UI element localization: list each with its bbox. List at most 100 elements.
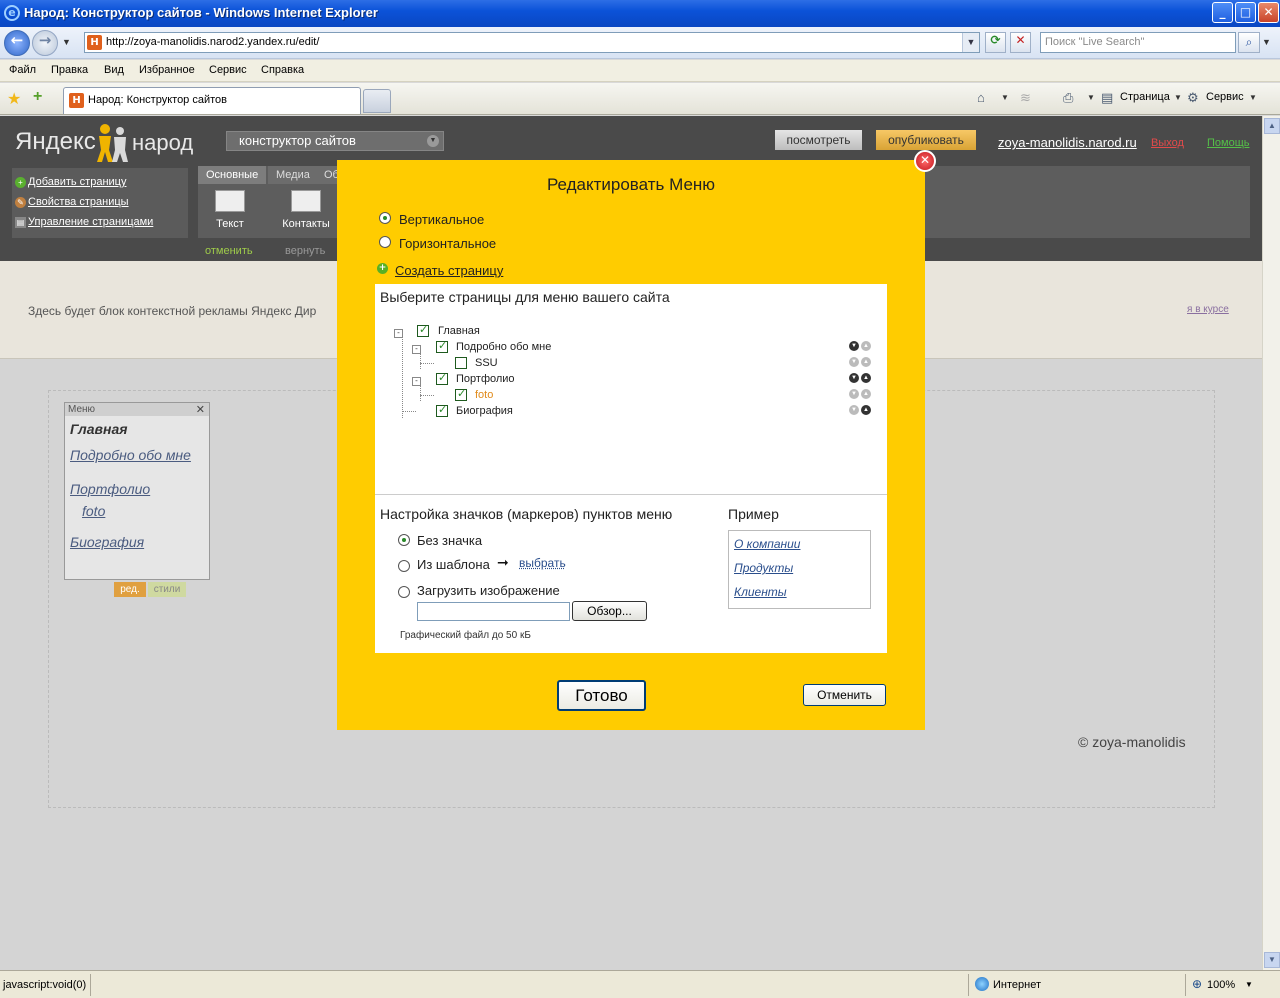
home-icon[interactable]: ⌂ bbox=[977, 90, 985, 105]
checkbox-foto[interactable] bbox=[455, 387, 467, 401]
menu-item-main[interactable]: Главная bbox=[70, 421, 128, 437]
done-button[interactable]: Готово bbox=[557, 680, 646, 711]
menu-view[interactable]: Вид bbox=[104, 64, 124, 76]
move-up-icon[interactable]: ▲ bbox=[861, 373, 871, 383]
url-dropdown-icon[interactable]: ▼ bbox=[962, 33, 979, 52]
no-marker-label[interactable]: Без значка bbox=[417, 533, 482, 548]
print-icon[interactable]: ⎙ bbox=[1063, 90, 1073, 106]
menu-item-portfolio[interactable]: Портфолио bbox=[70, 481, 150, 497]
page-dropdown-icon[interactable]: ▼ bbox=[1174, 93, 1182, 102]
move-up-icon[interactable]: ▲ bbox=[861, 389, 871, 399]
zoom-level[interactable]: 100% bbox=[1207, 979, 1235, 991]
no-marker-radio[interactable] bbox=[398, 534, 410, 546]
horizontal-radio[interactable] bbox=[379, 236, 391, 248]
widget-styles-button[interactable]: стили bbox=[148, 582, 186, 597]
browse-button[interactable]: Обзор... bbox=[572, 601, 647, 621]
menu-favorites[interactable]: Избранное bbox=[139, 64, 195, 76]
new-tab-button[interactable] bbox=[363, 89, 391, 113]
menu-item-about[interactable]: Подробно обо мне bbox=[70, 447, 191, 463]
url-text[interactable]: http://zoya-manolidis.narod2.yandex.ru/e… bbox=[106, 36, 319, 48]
move-down-icon[interactable]: ▼ bbox=[849, 341, 859, 351]
favorites-star-icon[interactable]: ★ bbox=[7, 89, 21, 109]
collapse-icon[interactable]: - bbox=[394, 329, 403, 338]
checkbox-about[interactable] bbox=[436, 339, 448, 353]
print-dropdown-icon[interactable]: ▼ bbox=[1087, 93, 1095, 102]
tools-dropdown-icon[interactable]: ▼ bbox=[1249, 93, 1257, 102]
add-favorite-icon[interactable]: + bbox=[33, 88, 42, 106]
edit-widget-button[interactable]: ред. bbox=[114, 582, 146, 597]
exit-link[interactable]: Выход bbox=[1151, 137, 1184, 149]
move-down-icon[interactable]: ▼ bbox=[849, 405, 859, 415]
search-dropdown-icon[interactable]: ▼ bbox=[1262, 37, 1271, 47]
stop-button[interactable]: ✕ bbox=[1010, 32, 1031, 53]
menu-help[interactable]: Справка bbox=[261, 64, 304, 76]
zoom-icon[interactable]: ⊕ bbox=[1192, 977, 1202, 991]
back-button[interactable]: ← bbox=[4, 30, 30, 56]
history-dropdown-icon[interactable]: ▼ bbox=[62, 37, 71, 47]
yandex-logo[interactable]: Яндекс bbox=[15, 128, 96, 156]
minimize-button[interactable]: _ bbox=[1212, 2, 1233, 23]
manage-pages-link[interactable]: Управление страницами bbox=[28, 216, 153, 228]
constructor-select[interactable]: конструктор сайтов ▼ bbox=[226, 131, 444, 151]
menu-item-foto[interactable]: foto bbox=[82, 503, 105, 519]
move-up-icon[interactable]: ▲ bbox=[861, 357, 871, 367]
vertical-label[interactable]: Вертикальное bbox=[399, 212, 484, 227]
publish-button[interactable]: опубликовать bbox=[876, 130, 976, 150]
page-properties-link[interactable]: Свойства страницы bbox=[28, 196, 129, 208]
menu-edit[interactable]: Правка bbox=[51, 64, 88, 76]
move-up-icon[interactable]: ▲ bbox=[861, 405, 871, 415]
upload-marker-radio[interactable] bbox=[398, 586, 410, 598]
search-icon[interactable]: ⌕ bbox=[1238, 32, 1260, 53]
checkbox-biography[interactable] bbox=[436, 403, 448, 417]
template-marker-radio[interactable] bbox=[398, 560, 410, 572]
collapse-icon[interactable]: - bbox=[412, 345, 421, 354]
page-menu[interactable]: Страница bbox=[1120, 91, 1170, 103]
scroll-down-icon[interactable]: ▼ bbox=[1264, 952, 1280, 968]
menu-file[interactable]: Файл bbox=[9, 64, 36, 76]
tab-narod[interactable]: Н Народ: Конструктор сайтов bbox=[63, 87, 361, 114]
maximize-button[interactable]: □ bbox=[1235, 2, 1256, 23]
file-path-input[interactable] bbox=[417, 602, 570, 621]
menu-item-biography[interactable]: Биография bbox=[70, 534, 144, 550]
help-link[interactable]: Помощь bbox=[1207, 137, 1250, 149]
site-link[interactable]: zoya-manolidis.narod.ru bbox=[998, 135, 1137, 150]
upload-marker-label[interactable]: Загрузить изображение bbox=[417, 583, 560, 598]
contacts-tool[interactable]: Контакты bbox=[278, 188, 334, 230]
vertical-radio[interactable] bbox=[379, 212, 391, 224]
create-page-link[interactable]: Создать страницу bbox=[395, 263, 503, 278]
zoom-dropdown-icon[interactable]: ▼ bbox=[1245, 980, 1253, 989]
redo-link[interactable]: вернуть bbox=[285, 245, 325, 257]
url-field[interactable]: Н http://zoya-manolidis.narod2.yandex.ru… bbox=[84, 32, 980, 53]
close-icon[interactable]: ✕ bbox=[914, 150, 936, 172]
move-down-icon[interactable]: ▼ bbox=[849, 373, 859, 383]
narod-logo[interactable]: народ bbox=[132, 130, 193, 156]
view-button[interactable]: посмотреть bbox=[775, 130, 862, 150]
tab-media[interactable]: Медиа bbox=[268, 166, 318, 184]
menu-widget[interactable]: Меню ✕ Главная Подробно обо мне Портфоли… bbox=[64, 402, 210, 580]
forward-button[interactable]: → bbox=[32, 30, 58, 56]
feeds-icon[interactable]: ≋ bbox=[1020, 90, 1031, 106]
move-up-icon[interactable]: ▲ bbox=[861, 341, 871, 351]
text-tool[interactable]: Текст bbox=[202, 188, 258, 230]
collapse-icon[interactable]: - bbox=[412, 377, 421, 386]
undo-link[interactable]: отменить bbox=[205, 245, 253, 257]
move-down-icon[interactable]: ▼ bbox=[849, 389, 859, 399]
template-marker-label[interactable]: Из шаблона bbox=[417, 557, 490, 572]
choose-template-link[interactable]: выбрать bbox=[519, 556, 566, 570]
checkbox-portfolio[interactable] bbox=[436, 371, 448, 385]
tools-menu[interactable]: Сервис bbox=[1206, 91, 1244, 103]
checkbox-main[interactable] bbox=[417, 323, 429, 337]
move-down-icon[interactable]: ▼ bbox=[849, 357, 859, 367]
close-window-button[interactable]: ✕ bbox=[1258, 2, 1279, 23]
horizontal-label[interactable]: Горизонтальное bbox=[399, 236, 496, 251]
add-page-link[interactable]: Добавить страницу bbox=[28, 176, 126, 188]
vertical-scrollbar[interactable]: ▲ ▼ bbox=[1262, 116, 1280, 970]
search-input[interactable]: Поиск "Live Search" bbox=[1040, 32, 1236, 53]
refresh-button[interactable]: ⟳ bbox=[985, 32, 1006, 53]
cancel-button[interactable]: Отменить bbox=[803, 684, 886, 706]
menu-tools[interactable]: Сервис bbox=[209, 64, 247, 76]
checkbox-ssu[interactable] bbox=[455, 357, 467, 369]
scroll-up-icon[interactable]: ▲ bbox=[1264, 118, 1280, 134]
tab-basic[interactable]: Основные bbox=[198, 166, 267, 184]
ad-dismiss-link[interactable]: я в курсе bbox=[1187, 304, 1229, 315]
